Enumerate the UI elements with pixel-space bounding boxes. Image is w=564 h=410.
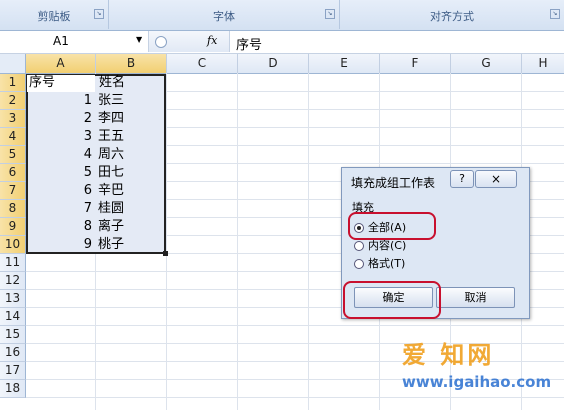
column-header-g[interactable]: G: [451, 54, 522, 74]
cell-a-value[interactable]: 3: [26, 128, 92, 146]
row-header[interactable]: 10: [0, 236, 26, 254]
gridline: [166, 73, 167, 410]
option-formats[interactable]: 格式(T): [354, 256, 405, 272]
annotation-highlight: [343, 281, 441, 319]
row-header[interactable]: 7: [0, 182, 26, 200]
cell-b-value[interactable]: 周六: [98, 146, 124, 164]
row-header[interactable]: 18: [0, 380, 26, 398]
select-all-corner[interactable]: [0, 54, 26, 74]
row-header[interactable]: 11: [0, 254, 26, 272]
chevron-down-icon[interactable]: ▼: [136, 35, 142, 44]
cell-a-value[interactable]: 9: [26, 236, 92, 254]
row-header[interactable]: 14: [0, 308, 26, 326]
cell-a-value[interactable]: 7: [26, 200, 92, 218]
column-header-c[interactable]: C: [167, 54, 238, 74]
ribbon-group-label: 对齐方式: [430, 10, 474, 23]
column-header-h[interactable]: H: [522, 54, 564, 74]
cell-a-value[interactable]: 4: [26, 146, 92, 164]
gridline: [26, 397, 564, 398]
row-header[interactable]: 12: [0, 272, 26, 290]
gridline: [237, 73, 238, 410]
row-header[interactable]: 13: [0, 290, 26, 308]
row-header[interactable]: 4: [0, 128, 26, 146]
splitter-handle-icon[interactable]: [155, 36, 167, 48]
cell-a-value[interactable]: 5: [26, 164, 92, 182]
column-header-e[interactable]: E: [309, 54, 380, 74]
cell-a-value[interactable]: 2: [26, 110, 92, 128]
dialog-launcher-icon[interactable]: ↘: [325, 9, 335, 19]
row-header[interactable]: 8: [0, 200, 26, 218]
close-icon[interactable]: ×: [475, 170, 517, 188]
radio-icon[interactable]: [354, 241, 364, 251]
formula-bar: A1 ▼ fx 序号: [0, 31, 564, 54]
dialog-title: 填充成组工作表: [351, 176, 436, 190]
ribbon: 剪贴板 ↘ 字体 ↘ 对齐方式 ↘: [0, 0, 564, 31]
help-icon[interactable]: ?: [450, 170, 474, 188]
gridline: [308, 73, 309, 410]
cell-a-value[interactable]: 8: [26, 218, 92, 236]
fill-handle[interactable]: [163, 251, 168, 256]
name-box[interactable]: A1 ▼: [0, 31, 149, 52]
annotation-highlight: [348, 212, 436, 240]
cell-a-value[interactable]: 1: [26, 92, 92, 110]
cell-b-value[interactable]: 王五: [98, 128, 124, 146]
cell-b-value[interactable]: 田七: [98, 164, 124, 182]
cell-a-value[interactable]: 6: [26, 182, 92, 200]
ribbon-group-alignment: 对齐方式 ↘: [340, 0, 564, 29]
column-header-a[interactable]: A: [26, 54, 96, 74]
cell-b-value[interactable]: 辛巴: [98, 182, 124, 200]
cancel-button[interactable]: 取消: [436, 287, 515, 308]
dialog-launcher-icon[interactable]: ↘: [550, 9, 560, 19]
formula-controls: fx: [149, 31, 230, 52]
ribbon-group-label: 剪贴板: [37, 10, 71, 23]
gridline: [26, 325, 564, 326]
cell-b-value[interactable]: 桃子: [98, 236, 124, 254]
row-header[interactable]: 1: [0, 74, 26, 92]
row-header[interactable]: 3: [0, 110, 26, 128]
ribbon-group-clipboard: 剪贴板 ↘: [0, 0, 109, 29]
cell-b1[interactable]: 姓名: [99, 74, 125, 92]
name-box-value[interactable]: A1: [53, 34, 69, 48]
row-header[interactable]: 17: [0, 362, 26, 380]
row-header[interactable]: 16: [0, 344, 26, 362]
row-header[interactable]: 6: [0, 164, 26, 182]
watermark-logo: 爱 知网: [402, 341, 495, 369]
option-label: 格式(T): [368, 257, 406, 270]
cell-b-value[interactable]: 桂圆: [98, 200, 124, 218]
radio-icon[interactable]: [354, 259, 364, 269]
formula-input[interactable]: 序号: [236, 34, 262, 53]
column-header-f[interactable]: F: [380, 54, 451, 74]
column-header-d[interactable]: D: [238, 54, 309, 74]
cell-b-value[interactable]: 李四: [98, 110, 124, 128]
watermark-url: www.igaihao.com: [402, 373, 552, 391]
cell-b-value[interactable]: 张三: [98, 92, 124, 110]
row-header[interactable]: 5: [0, 146, 26, 164]
dialog-launcher-icon[interactable]: ↘: [94, 9, 104, 19]
ribbon-group-font: 字体 ↘: [109, 0, 340, 29]
cell-b-value[interactable]: 离子: [98, 218, 124, 236]
option-label: 内容(C): [368, 239, 407, 252]
row-header[interactable]: 2: [0, 92, 26, 110]
cell-a1[interactable]: 序号: [29, 74, 55, 92]
ribbon-group-label: 字体: [213, 10, 235, 23]
option-contents[interactable]: 内容(C): [354, 238, 406, 254]
row-header[interactable]: 15: [0, 326, 26, 344]
insert-function-icon[interactable]: fx: [207, 34, 217, 47]
row-header[interactable]: 9: [0, 218, 26, 236]
column-header-b[interactable]: B: [96, 54, 167, 74]
